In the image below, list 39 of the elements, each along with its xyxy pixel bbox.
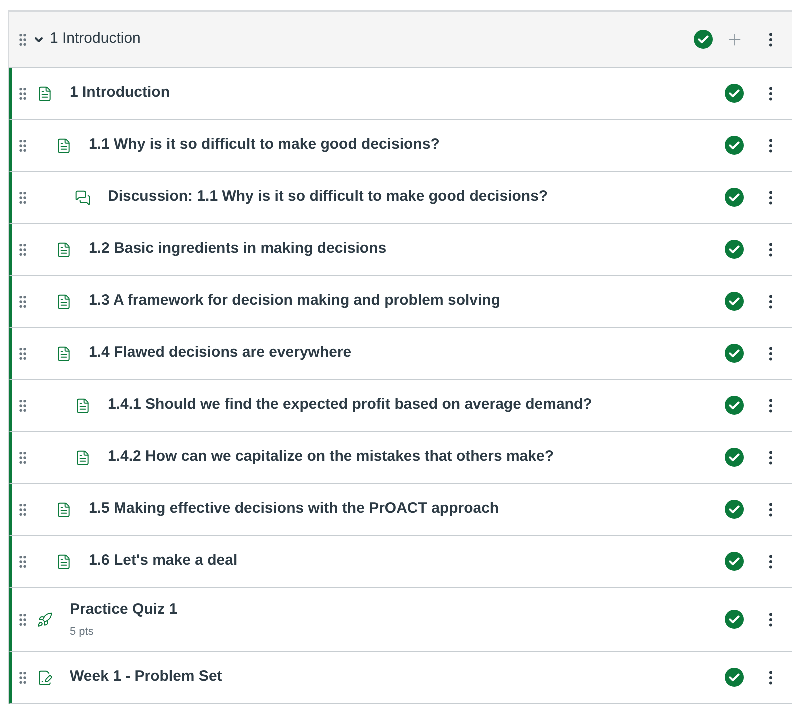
item-title[interactable]: 1.2 Basic ingredients in making decisions [89, 238, 387, 261]
document-icon [56, 502, 72, 518]
item-title[interactable]: 1 Introduction [70, 82, 170, 105]
published-check-icon[interactable] [694, 30, 713, 49]
document-icon [75, 450, 91, 466]
item-title[interactable]: Practice Quiz 1 [70, 598, 178, 621]
document-icon [56, 294, 72, 310]
document-icon [75, 398, 91, 414]
published-check-icon[interactable] [725, 188, 744, 207]
document-pencil-icon [37, 670, 53, 686]
published-check-icon[interactable] [725, 240, 744, 259]
chat-bubbles-icon [75, 190, 91, 206]
published-check-icon[interactable] [725, 292, 744, 311]
rocket-icon [37, 612, 53, 628]
published-check-icon[interactable] [725, 344, 744, 363]
published-check-icon[interactable] [725, 668, 744, 687]
published-check-icon[interactable] [725, 396, 744, 415]
item-title[interactable]: 1.5 Making effective decisions with the PrOACT approach [89, 498, 500, 521]
item-title[interactable]: 1.4.1 Should we find the expected profit based on average demand? [108, 394, 592, 417]
item-title[interactable]: Discussion: 1.1 Why is it so difficult to make good decisions? [108, 186, 548, 209]
published-check-icon[interactable] [725, 84, 744, 103]
item-title[interactable]: 1.4 Flawed decisions are everywhere [89, 342, 352, 365]
document-icon [56, 554, 72, 570]
document-icon [56, 242, 72, 258]
document-icon [56, 138, 72, 154]
published-check-icon[interactable] [725, 610, 744, 629]
item-title[interactable]: 1.6 Let's make a deal [89, 550, 238, 573]
item-title[interactable]: 1.4.2 How can we capitalize on the mistakes that others make? [108, 446, 554, 469]
document-icon [56, 346, 72, 362]
document-icon [37, 86, 53, 102]
published-check-icon[interactable] [725, 136, 744, 155]
item-title[interactable]: Week 1 - Problem Set [70, 666, 222, 689]
published-check-icon[interactable] [725, 448, 744, 467]
points-label: 5 pts [70, 625, 95, 640]
module-title[interactable]: 1 Introduction [50, 28, 141, 51]
published-check-icon[interactable] [725, 500, 744, 519]
published-check-icon[interactable] [725, 552, 744, 571]
item-title[interactable]: 1.1 Why is it so difficult to make good decisions? [89, 134, 440, 157]
item-title[interactable]: 1.3 A framework for decision making and problem solving [89, 290, 500, 313]
